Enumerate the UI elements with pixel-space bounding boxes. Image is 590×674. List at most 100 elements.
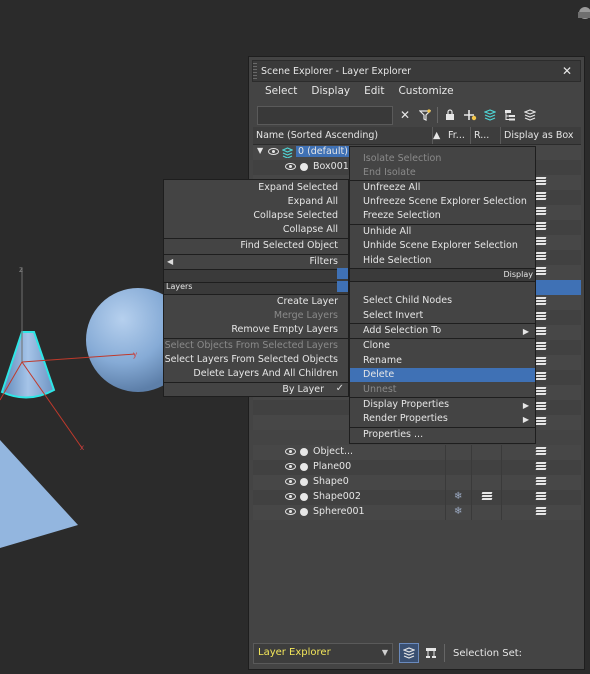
display-box-icon[interactable]	[535, 222, 547, 232]
menu-select-objects-from-layers[interactable]: Select Objects From Selected Layers	[165, 339, 338, 353]
layer-stack-icon[interactable]	[482, 107, 498, 123]
drag-grip-icon[interactable]	[253, 63, 257, 79]
menu-expand-all[interactable]: Expand All	[288, 195, 338, 209]
display-section-label: Display	[503, 270, 534, 279]
tree-item-label: Object...	[313, 446, 353, 457]
display-box-icon[interactable]	[535, 417, 547, 427]
menu-select-child-nodes[interactable]: Select Child Nodes	[363, 294, 452, 308]
menu-hide-selection[interactable]: Hide Selection	[363, 254, 431, 268]
menu-add-selection-to[interactable]: Add Selection To	[363, 324, 441, 338]
display-box-icon[interactable]	[535, 447, 547, 457]
menu-expand-selected[interactable]: Expand Selected	[258, 181, 338, 195]
menu-customize[interactable]: Customize	[392, 85, 461, 97]
column-name[interactable]: Name (Sorted Ascending)	[253, 127, 433, 144]
tree-row[interactable]: Shape002 ❄	[253, 490, 581, 505]
menu-unfreeze-all[interactable]: Unfreeze All	[363, 181, 420, 195]
display-box-icon[interactable]	[535, 327, 547, 337]
menu-delete-layers-children[interactable]: Delete Layers And All Children	[193, 367, 338, 381]
display-box-icon[interactable]	[535, 357, 547, 367]
tree-row[interactable]: Sphere001 ❄	[253, 505, 581, 520]
menu-unhide-all[interactable]: Unhide All	[363, 225, 411, 239]
tree-row[interactable]: Object...	[253, 445, 581, 460]
sort-by-layer-button[interactable]	[399, 643, 419, 663]
object-dot-icon	[300, 478, 308, 486]
hierarchy-icon[interactable]	[502, 107, 518, 123]
menu-by-layer[interactable]: By Layer	[282, 383, 324, 397]
menu-end-isolate[interactable]: End Isolate	[363, 166, 416, 180]
menu-properties[interactable]: Properties ...	[363, 428, 423, 442]
search-input[interactable]	[257, 105, 393, 125]
menu-filters[interactable]: Filters	[310, 255, 338, 269]
explorer-toolbar: ✕	[257, 105, 578, 125]
display-box-icon[interactable]	[535, 252, 547, 262]
menu-remove-empty-layers[interactable]: Remove Empty Layers	[231, 323, 338, 337]
eye-icon[interactable]	[285, 493, 296, 500]
lock-icon[interactable]	[442, 107, 458, 123]
freeze-icon[interactable]: ❄	[454, 491, 462, 502]
eye-icon[interactable]	[285, 448, 296, 455]
display-box-icon[interactable]	[535, 192, 547, 202]
tree-row[interactable]: Shape0	[253, 475, 581, 490]
collapse-arrow-icon[interactable]: ▼	[257, 146, 263, 155]
display-box-icon[interactable]	[535, 372, 547, 382]
menu-isolate-selection[interactable]: Isolate Selection	[363, 152, 441, 166]
display-box-icon[interactable]	[535, 207, 547, 217]
menu-display[interactable]: Display	[305, 85, 358, 97]
display-box-icon[interactable]	[535, 237, 547, 247]
menu-select-layers-from-objects[interactable]: Select Layers From Selected Objects	[165, 353, 338, 367]
menu-unfreeze-explorer-selection[interactable]: Unfreeze Scene Explorer Selection	[363, 195, 527, 209]
menu-clone[interactable]: Clone	[363, 339, 390, 353]
layers-icon[interactable]	[522, 107, 538, 123]
menu-delete[interactable]: Delete	[363, 368, 394, 382]
display-box-icon[interactable]	[535, 177, 547, 187]
menu-unnest[interactable]: Unnest	[363, 383, 397, 397]
menu-edit[interactable]: Edit	[358, 85, 392, 97]
display-box-icon[interactable]	[535, 492, 547, 502]
column-frozen[interactable]: Fr...	[445, 127, 471, 144]
display-box-icon[interactable]	[535, 387, 547, 397]
menu-collapse-selected[interactable]: Collapse Selected	[253, 209, 338, 223]
eye-icon[interactable]	[268, 148, 279, 155]
menu-freeze-selection[interactable]: Freeze Selection	[363, 209, 441, 223]
eye-icon[interactable]	[285, 163, 296, 170]
menu-render-properties[interactable]: Render Properties	[363, 412, 448, 426]
sort-asc-icon: ▲	[433, 130, 441, 141]
display-box-icon[interactable]	[535, 402, 547, 412]
display-box-icon[interactable]	[535, 507, 547, 517]
menu-find-selected-object[interactable]: Find Selected Object	[240, 239, 338, 253]
display-box-icon[interactable]	[535, 312, 547, 322]
column-renderable[interactable]: R...	[471, 127, 501, 144]
menu-rename[interactable]: Rename	[363, 354, 402, 368]
menu-collapse-all[interactable]: Collapse All	[283, 223, 338, 237]
menu-select[interactable]: Select	[259, 85, 305, 97]
layer-name-label: 0 (default)	[296, 146, 350, 157]
display-box-icon[interactable]	[535, 342, 547, 352]
menu-unhide-explorer-selection[interactable]: Unhide Scene Explorer Selection	[363, 239, 518, 253]
axis-x-label: x	[80, 443, 84, 452]
object-dot-icon	[300, 508, 308, 516]
explorer-type-dropdown[interactable]: Layer Explorer ▼	[253, 642, 393, 664]
add-layer-icon[interactable]	[462, 107, 478, 123]
display-box-icon[interactable]	[535, 267, 547, 277]
display-box-icon[interactable]	[535, 462, 547, 472]
close-icon[interactable]: ✕	[562, 64, 572, 78]
render-icon[interactable]	[481, 492, 493, 502]
column-display-as-box[interactable]: Display as Box	[501, 127, 581, 144]
eye-icon[interactable]	[285, 478, 296, 485]
explorer-titlebar[interactable]: Scene Explorer - Layer Explorer ✕	[252, 60, 581, 82]
clear-search-icon[interactable]: ✕	[397, 107, 413, 123]
submenu-arrow-icon: ▶	[522, 401, 529, 410]
tree-item-label: Sphere001	[313, 506, 365, 517]
eye-icon[interactable]	[285, 508, 296, 515]
menu-create-layer[interactable]: Create Layer	[277, 295, 338, 309]
menu-display-properties[interactable]: Display Properties	[363, 398, 449, 412]
menu-merge-layers[interactable]: Merge Layers	[274, 309, 338, 323]
freeze-icon[interactable]: ❄	[454, 506, 462, 517]
eye-icon[interactable]	[285, 463, 296, 470]
filter-icon[interactable]	[417, 107, 433, 123]
display-box-icon[interactable]	[535, 297, 547, 307]
sort-by-hierarchy-button[interactable]	[422, 643, 440, 663]
tree-row[interactable]: Plane00	[253, 460, 581, 475]
menu-select-invert[interactable]: Select Invert	[363, 309, 423, 323]
display-box-icon[interactable]	[535, 477, 547, 487]
